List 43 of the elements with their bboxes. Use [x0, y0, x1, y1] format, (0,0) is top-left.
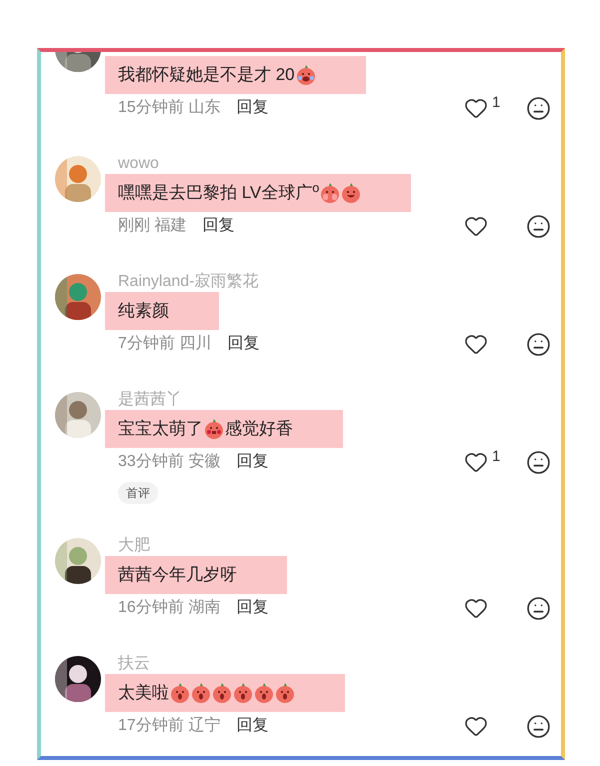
comment-text: 嘿嘿是去巴黎拍 LV全球广$^{o}$	[105, 174, 412, 212]
reply-link[interactable]: 回复	[236, 596, 268, 620]
comment-text: 茜茜今年几岁呀	[105, 556, 287, 594]
emoji-icon	[170, 683, 190, 703]
emoji-icon	[233, 683, 253, 703]
emoji-icon	[320, 183, 340, 203]
comment-meta: 16分钟前 湖南	[118, 598, 220, 618]
comment-meta: 17分钟前 辽宁	[118, 716, 220, 736]
like-icon[interactable]	[464, 332, 488, 356]
emoji-icon	[341, 183, 362, 203]
face-icon[interactable]	[526, 214, 551, 238]
face-icon[interactable]	[526, 96, 551, 120]
like-icon[interactable]	[464, 714, 488, 738]
face-icon[interactable]	[526, 596, 551, 620]
face-icon[interactable]	[526, 332, 551, 356]
comment-meta: 刚刚 福建	[118, 216, 186, 236]
comment-meta: 33分钟前 安徽	[118, 452, 220, 472]
like-count: 1	[492, 447, 500, 467]
like-icon[interactable]	[464, 96, 488, 120]
comment-text: 我都怀疑她是不是才 20	[105, 56, 366, 94]
emoji-icon	[204, 419, 224, 439]
first-comment-badge: 首评	[118, 482, 158, 504]
reply-link[interactable]: 回复	[236, 96, 268, 120]
like-icon[interactable]	[464, 596, 488, 620]
face-icon[interactable]	[526, 450, 551, 474]
like-icon[interactable]	[464, 214, 488, 238]
comment-text: 宝宝太萌了 感觉好香	[105, 410, 343, 448]
comment-meta: 15分钟前 山东	[118, 98, 220, 118]
like-icon[interactable]	[464, 450, 488, 474]
emoji-icon	[212, 683, 232, 703]
reply-link[interactable]: 回复	[236, 714, 268, 738]
face-icon[interactable]	[526, 714, 551, 738]
comment-text: 太美啦	[105, 674, 345, 712]
emoji-icon	[275, 683, 295, 703]
reply-link[interactable]: 回复	[202, 214, 234, 238]
emoji-icon	[191, 683, 211, 703]
reply-link[interactable]: 回复	[236, 450, 268, 474]
emoji-icon	[296, 65, 316, 85]
emoji-icon	[254, 683, 274, 703]
comment-text: 纯素颜	[105, 292, 219, 330]
reply-link[interactable]: 回复	[227, 332, 260, 356]
comment-meta: 7分钟前 四川	[118, 334, 212, 354]
like-count: 1	[492, 93, 500, 113]
